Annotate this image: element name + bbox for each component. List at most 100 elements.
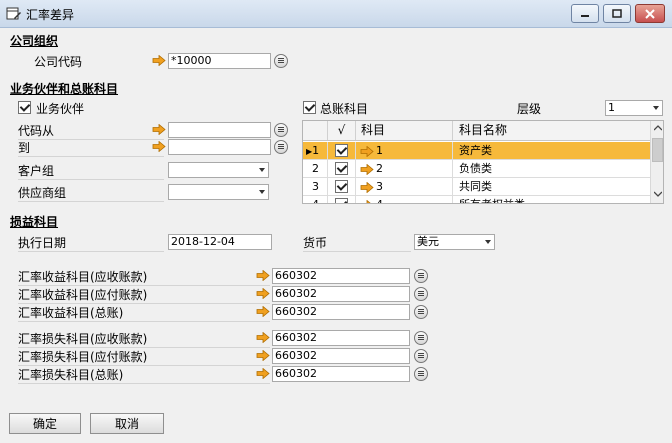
level-label: 层级 (517, 102, 542, 116)
account-name: 所有者权益类 (453, 196, 650, 203)
row-number: ▶1 (303, 142, 328, 160)
table-row[interactable]: 2 2 负债类 (303, 160, 650, 178)
fx-loss-gl-input[interactable]: 660302 (272, 366, 410, 382)
fx-loss-gl-lookup-icon[interactable] (414, 367, 428, 381)
scroll-up-icon[interactable] (654, 125, 662, 131)
row-number: 3 (303, 178, 328, 196)
minimize-icon (581, 14, 589, 17)
link-arrow-icon[interactable] (360, 164, 374, 175)
table-row[interactable]: ▶1 1 资产类 (303, 142, 650, 160)
table-row[interactable]: 4 4 所有者权益类 (303, 196, 650, 204)
partners-section-header: 业务伙伴和总账科目 (10, 82, 119, 96)
code-from-lookup-icon[interactable] (274, 123, 288, 137)
fx-gain-ar-label: 汇率收益科目(应收账款) (18, 268, 270, 286)
link-arrow-icon[interactable] (360, 146, 374, 157)
table-row[interactable]: 3 3 共同类 (303, 178, 650, 196)
row-checkbox[interactable] (335, 198, 348, 203)
fx-loss-ar-label: 汇率损失科目(应收账款) (18, 330, 270, 348)
fx-gain-gl-label: 汇率收益科目(总账) (18, 304, 270, 322)
fx-loss-ar-lookup-icon[interactable] (414, 331, 428, 345)
company-code-lookup-icon[interactable] (274, 54, 288, 68)
scroll-down-icon[interactable] (654, 191, 662, 197)
fx-gain-ar-lookup-icon[interactable] (414, 269, 428, 283)
fx-loss-gl-label: 汇率损失科目(总账) (18, 366, 270, 384)
chevron-down-icon (653, 106, 659, 110)
row-checkbox[interactable] (335, 162, 348, 175)
fx-gain-ar-input[interactable]: 660302 (272, 268, 410, 284)
customer-group-label: 客户组 (18, 162, 164, 180)
grid-header-account[interactable]: 科目 (356, 121, 453, 140)
chevron-down-icon (259, 168, 265, 172)
code-from-label: 代码从 (18, 122, 164, 140)
link-arrow-icon[interactable] (152, 141, 166, 152)
gl-account-label: 总账科目 (320, 102, 369, 116)
account-name: 共同类 (459, 180, 492, 193)
row-checkbox[interactable] (335, 144, 348, 157)
code-to-input[interactable] (168, 139, 271, 155)
vendor-group-label: 供应商组 (18, 184, 164, 202)
level-value: 1 (608, 101, 615, 114)
row-checkbox[interactable] (335, 180, 348, 193)
execution-date-input[interactable]: 2018-12-04 (168, 234, 272, 250)
link-arrow-icon[interactable] (256, 306, 270, 317)
account-name: 资产类 (459, 144, 492, 157)
fx-gain-gl-lookup-icon[interactable] (414, 305, 428, 319)
link-arrow-icon[interactable] (152, 55, 166, 66)
execution-date-label: 执行日期 (18, 234, 164, 252)
title-bar: 汇率差异 (0, 0, 672, 28)
code-from-input[interactable] (168, 122, 271, 138)
company-section-header: 公司组织 (10, 34, 59, 48)
grid-header-check[interactable]: √ (328, 121, 356, 140)
currency-label: 货币 (303, 234, 411, 252)
fx-loss-ap-lookup-icon[interactable] (414, 349, 428, 363)
account-code: 4 (376, 196, 383, 203)
fx-loss-ap-input[interactable]: 660302 (272, 348, 410, 364)
grid-header-account-name[interactable]: 科目名称 (453, 121, 650, 140)
pl-section-header: 损益科目 (10, 215, 59, 229)
fx-gain-ap-label: 汇率收益科目(应付账款) (18, 286, 270, 304)
ok-button[interactable]: 确定 (9, 413, 81, 434)
company-code-input[interactable]: *10000 (168, 53, 271, 69)
link-arrow-icon[interactable] (256, 350, 270, 361)
gl-account-grid[interactable]: √ 科目 科目名称 ▶1 1 资产类 2 2 负债类 3 3 共同类 4 (302, 120, 664, 204)
maximize-button[interactable] (603, 4, 631, 23)
currency-select[interactable]: 美元 (414, 234, 495, 250)
link-arrow-icon[interactable] (360, 182, 374, 193)
customer-group-select[interactable] (168, 162, 269, 178)
link-arrow-icon[interactable] (256, 368, 270, 379)
account-code: 1 (376, 144, 383, 157)
window-edit-icon (6, 7, 21, 20)
minimize-button[interactable] (571, 4, 599, 23)
fx-loss-ap-label: 汇率损失科目(应付账款) (18, 348, 270, 366)
link-arrow-icon[interactable] (256, 288, 270, 299)
maximize-icon (612, 9, 622, 18)
scroll-thumb[interactable] (652, 138, 663, 162)
close-icon (645, 8, 655, 19)
account-code: 3 (376, 180, 383, 193)
link-arrow-icon[interactable] (256, 332, 270, 343)
link-arrow-icon[interactable] (256, 270, 270, 281)
fx-gain-gl-input[interactable]: 660302 (272, 304, 410, 320)
company-code-label: 公司代码 (34, 55, 83, 69)
vendor-group-select[interactable] (168, 184, 269, 200)
code-to-lookup-icon[interactable] (274, 140, 288, 154)
fx-gain-ap-lookup-icon[interactable] (414, 287, 428, 301)
business-partner-checkbox[interactable] (18, 101, 31, 114)
close-button[interactable] (635, 4, 665, 23)
chevron-down-icon (485, 240, 491, 244)
code-to-label: 到 (18, 139, 164, 157)
grid-header: √ 科目 科目名称 (303, 121, 650, 141)
grid-scrollbar[interactable] (650, 121, 663, 203)
account-name: 负债类 (459, 162, 492, 175)
row-number: 2 (303, 160, 328, 178)
cancel-button[interactable]: 取消 (90, 413, 164, 434)
gl-account-checkbox[interactable] (303, 101, 316, 114)
link-arrow-icon[interactable] (360, 200, 374, 204)
fx-gain-ap-input[interactable]: 660302 (272, 286, 410, 302)
link-arrow-icon[interactable] (152, 124, 166, 135)
account-code: 2 (376, 162, 383, 175)
currency-value: 美元 (417, 235, 439, 248)
level-select[interactable]: 1 (605, 100, 663, 116)
fx-loss-ar-input[interactable]: 660302 (272, 330, 410, 346)
chevron-down-icon (259, 190, 265, 194)
